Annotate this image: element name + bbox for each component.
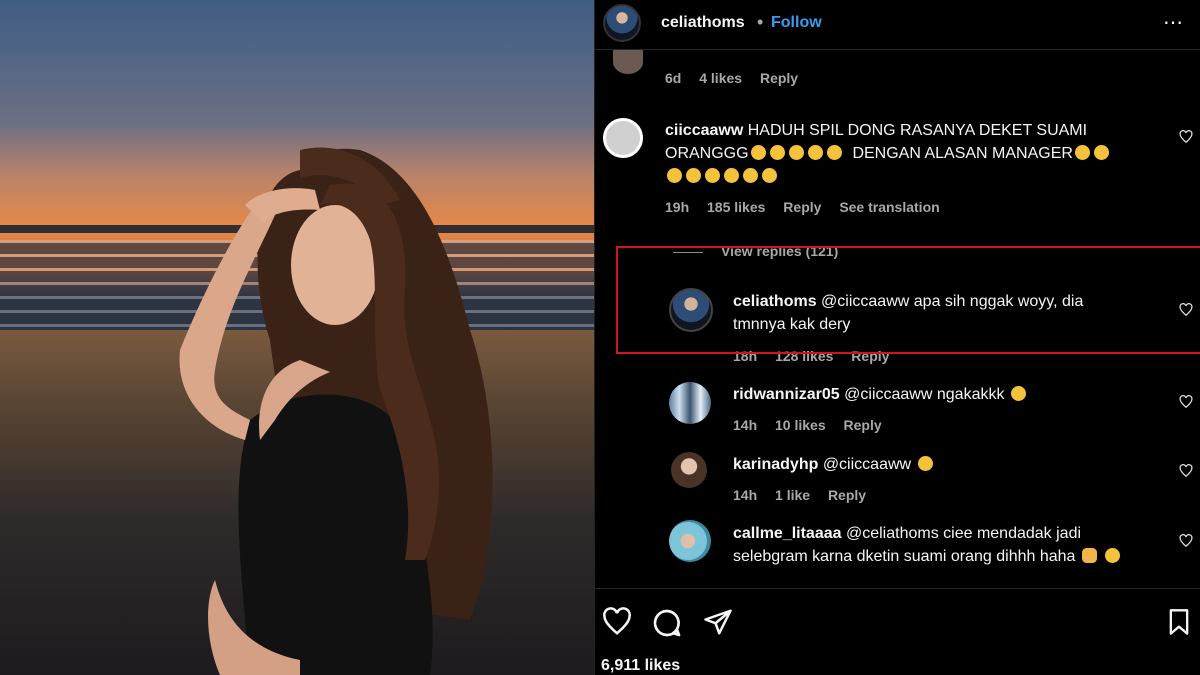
reply-body-line1: ngakakkk xyxy=(936,386,1005,403)
grin-emoji-icon xyxy=(724,168,739,183)
comment-time: 19h xyxy=(665,199,690,215)
heart-icon[interactable] xyxy=(1179,395,1193,409)
comment-avatar[interactable] xyxy=(603,118,643,158)
reply-body-line2: tmnnya kak dery xyxy=(733,316,851,333)
grin-emoji-icon xyxy=(750,145,766,160)
post-username[interactable]: celiathoms xyxy=(661,14,745,32)
clap-emoji-icon xyxy=(1081,548,1097,563)
see-translation-link[interactable]: See translation xyxy=(839,199,939,215)
comment-likes[interactable]: 4 likes xyxy=(699,70,742,86)
reply-meta: 14h 10 likes Reply xyxy=(733,417,896,433)
reply-avatar[interactable] xyxy=(669,520,711,562)
bookmark-icon[interactable] xyxy=(1165,607,1193,637)
reply-body-line1: apa sih nggak woyy, dia xyxy=(913,293,1084,310)
comment-meta: 19h 185 likes Reply See translation xyxy=(665,199,954,215)
heart-icon[interactable] xyxy=(1179,303,1193,317)
comment-body-line2a: ORANGGG xyxy=(665,145,749,162)
grin-emoji-icon xyxy=(1105,548,1121,563)
comment-body-line2b: DENGAN ALASAN MANAGER xyxy=(852,145,1073,162)
reply-mention[interactable]: @ciiccaaww xyxy=(821,293,909,310)
reply-button[interactable]: Reply xyxy=(783,199,821,215)
comment-text: ciiccaaww HADUH SPIL DONG RASANYA DEKET … xyxy=(665,119,1165,188)
reply-button[interactable]: Reply xyxy=(760,70,798,86)
grin-emoji-icon xyxy=(743,168,758,183)
reply-avatar[interactable] xyxy=(669,382,711,424)
prev-comment-avatar[interactable] xyxy=(613,50,643,74)
rofl-emoji-icon xyxy=(1093,145,1109,160)
reply-mention[interactable]: @ciiccaaww xyxy=(823,456,911,473)
reply-avatar[interactable] xyxy=(671,452,707,488)
reply-username[interactable]: celiathoms xyxy=(733,293,817,310)
comment-time: 14h xyxy=(733,487,758,503)
reply-username[interactable]: callme_litaaaa xyxy=(733,525,842,542)
comment-icon[interactable] xyxy=(651,607,683,639)
reply-body-line1: ciee mendadak jadi xyxy=(943,525,1082,542)
reply-username[interactable]: ridwannizar05 xyxy=(733,386,840,403)
reply-mention[interactable]: @ciiccaaww xyxy=(844,386,932,403)
action-bar xyxy=(595,588,1200,675)
woman-figure xyxy=(179,147,493,675)
grin-emoji-icon xyxy=(917,456,933,471)
like-heart-icon[interactable] xyxy=(601,607,633,637)
reply-button[interactable]: Reply xyxy=(844,417,882,433)
reply-button[interactable]: Reply xyxy=(828,487,866,503)
grin-emoji-icon xyxy=(705,168,720,183)
heart-icon[interactable] xyxy=(1179,534,1193,548)
comment-body-line1: HADUH SPIL DONG RASANYA DEKET SUAMI xyxy=(747,122,1088,139)
comment-likes[interactable]: 128 likes xyxy=(775,348,833,364)
comment-username[interactable]: ciiccaaww xyxy=(665,122,743,139)
reply-text: callme_litaaaa @celiathoms ciee mendadak… xyxy=(733,522,1173,568)
comment-likes[interactable]: 10 likes xyxy=(775,417,826,433)
rofl-emoji-icon xyxy=(1074,145,1090,160)
more-options-icon[interactable]: ⋯ xyxy=(1163,10,1184,35)
comment-time: 6d xyxy=(665,70,682,86)
view-replies-line xyxy=(673,252,703,253)
reply-mention[interactable]: @celiathoms xyxy=(846,525,939,542)
reply-meta: 18h 128 likes Reply xyxy=(733,348,903,364)
reply-text: celiathoms @ciiccaaww apa sih nggak woyy… xyxy=(733,290,1173,336)
reply-meta: 14h 1 like Reply xyxy=(733,487,880,503)
reply-avatar[interactable] xyxy=(669,288,713,332)
comment-time: 18h xyxy=(733,348,758,364)
grin-emoji-icon xyxy=(1010,386,1026,401)
grin-emoji-icon xyxy=(769,145,785,160)
reply-text: ridwannizar05 @ciiccaaww ngakakkk xyxy=(733,383,1173,406)
post-likes-count[interactable]: 6,911 likes xyxy=(601,657,680,675)
comments-panel: celiathoms • Follow ⋯ 6d 4 likes Reply c… xyxy=(594,0,1200,675)
grin-emoji-icon xyxy=(807,145,823,160)
heart-icon[interactable] xyxy=(1179,464,1193,478)
reply-button[interactable]: Reply xyxy=(851,348,889,364)
view-replies-button[interactable]: View replies (121) xyxy=(721,243,838,259)
reply-username[interactable]: karinadyhp xyxy=(733,456,818,473)
comment-time: 14h xyxy=(733,417,758,433)
share-icon[interactable] xyxy=(703,607,733,637)
grin-emoji-icon xyxy=(788,145,804,160)
rofl-emoji-icon xyxy=(686,168,701,183)
follow-button[interactable]: Follow xyxy=(771,14,822,32)
comment-likes[interactable]: 1 like xyxy=(775,487,810,503)
comment-likes[interactable]: 185 likes xyxy=(707,199,765,215)
grin-emoji-icon xyxy=(762,168,777,183)
heart-icon[interactable] xyxy=(1179,130,1193,144)
post-photo xyxy=(0,0,594,675)
grin-emoji-icon xyxy=(826,145,842,160)
reply-text: karinadyhp @ciiccaaww xyxy=(733,453,1173,476)
separator-dot: • xyxy=(757,12,764,32)
avatar[interactable] xyxy=(603,4,641,42)
post-header: celiathoms • Follow ⋯ xyxy=(595,0,1200,50)
rofl-emoji-icon xyxy=(667,168,682,183)
reply-body-line2: selebgram karna dketin suami orang dihhh… xyxy=(733,548,1076,565)
prev-comment-meta: 6d 4 likes Reply xyxy=(665,70,812,86)
